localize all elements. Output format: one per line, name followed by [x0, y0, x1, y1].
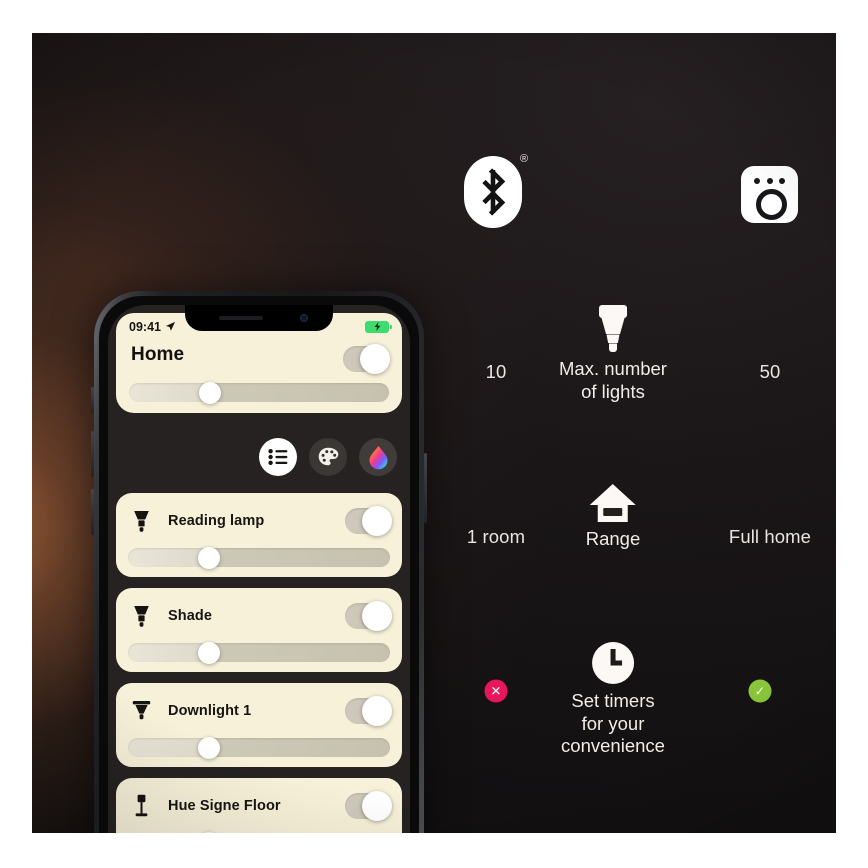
- timers-label-line1: Set timers: [571, 690, 655, 711]
- range-center: Range: [585, 483, 641, 551]
- light-toggle[interactable]: [345, 791, 392, 821]
- spot-bulb-icon: [128, 605, 154, 628]
- toggle-knob: [362, 696, 392, 726]
- phone-frame: 09:41 Home Reading lamp Shade Downlight …: [94, 291, 424, 833]
- cross-icon: ✕: [490, 683, 502, 699]
- light-name: Reading lamp: [168, 513, 265, 529]
- toggle-track: [345, 601, 392, 631]
- phone-power-button[interactable]: [424, 453, 427, 523]
- downlight-icon: [128, 700, 154, 723]
- max-lights-left-value: 10: [485, 361, 507, 382]
- screenshot-root: ® 10 50 Max. number of lights 1 room Ful…: [0, 0, 868, 868]
- floor-lamp-icon: [128, 794, 154, 818]
- battery-charging-icon: [365, 320, 392, 333]
- light-toggle[interactable]: [345, 696, 392, 726]
- light-brightness-slider[interactable]: [128, 736, 390, 759]
- phone-screen: 09:41 Home Reading lamp Shade Downlight …: [108, 305, 410, 833]
- toggle-knob: [362, 506, 392, 536]
- light-list: Reading lamp Shade Downlight 1 Hue Signe…: [116, 493, 402, 833]
- color-picker-button[interactable]: [359, 438, 397, 476]
- bluetooth-glyph: [482, 168, 506, 216]
- light-brightness-slider[interactable]: [128, 546, 390, 569]
- home-icon: [589, 484, 636, 522]
- bluetooth-icon: [464, 156, 522, 228]
- slider-track: [128, 546, 390, 569]
- max-lights-right-value: 50: [759, 361, 781, 382]
- list-item[interactable]: Reading lamp: [116, 493, 402, 577]
- list-item[interactable]: Downlight 1: [116, 683, 402, 767]
- artwork-canvas: ® 10 50 Max. number of lights 1 room Ful…: [32, 33, 836, 833]
- toggle-track: [343, 344, 390, 374]
- light-toggle[interactable]: [345, 506, 392, 536]
- slider-thumb[interactable]: [198, 546, 221, 569]
- list-view-button[interactable]: [259, 438, 297, 476]
- toggle-track: [345, 506, 392, 536]
- light-name: Hue Signe Floor: [168, 798, 281, 814]
- toggle-knob: [362, 791, 392, 821]
- slider-thumb[interactable]: [198, 381, 221, 404]
- slider-track: [128, 736, 390, 759]
- range-label: Range: [585, 528, 641, 549]
- light-row-header: Downlight 1: [128, 694, 392, 728]
- max-lights-center: Max. number of lights: [559, 303, 667, 403]
- clock-icon: [591, 642, 634, 684]
- phone-notch: [185, 305, 333, 331]
- range-left-value: 1 room: [466, 526, 526, 547]
- color-drop-icon: [369, 445, 387, 469]
- home-title: Home: [131, 344, 185, 365]
- front-camera: [300, 314, 308, 322]
- list-item[interactable]: Hue Signe Floor: [116, 778, 402, 833]
- phone-mockup: 09:41 Home Reading lamp Shade Downlight …: [91, 291, 427, 833]
- slider-thumb[interactable]: [198, 641, 221, 664]
- location-arrow-icon: [165, 321, 176, 331]
- earpiece-speaker: [219, 316, 263, 320]
- timers-label-line3: convenience: [561, 735, 665, 757]
- comparison-max-lights: 10 50 Max. number of lights: [390, 303, 836, 413]
- light-name: Shade: [168, 608, 213, 624]
- light-brightness-slider[interactable]: [128, 641, 390, 664]
- registered-trademark-mark: ®: [520, 153, 529, 165]
- timers-center: Set timers for your convenience: [561, 641, 665, 758]
- bridge-led-dot: [779, 178, 785, 184]
- max-lights-label-line1: Max. number: [559, 358, 667, 379]
- light-row-header: Reading lamp: [128, 504, 392, 538]
- spot-bulb-icon: [128, 510, 154, 533]
- status-bar-left: 09:41: [129, 320, 176, 334]
- light-row-header: Hue Signe Floor: [128, 789, 392, 823]
- toggle-track: [345, 696, 392, 726]
- home-master-toggle[interactable]: [343, 344, 390, 374]
- range-right-value: Full home: [728, 526, 812, 547]
- max-lights-label-line2: of lights: [581, 380, 645, 402]
- hue-bridge-icon: [741, 166, 798, 223]
- charging-bolt-icon: [374, 322, 380, 331]
- bulb-icon: [599, 305, 627, 352]
- scenes-button[interactable]: [309, 438, 347, 476]
- view-mode-buttons: [259, 438, 397, 476]
- light-toggle[interactable]: [345, 601, 392, 631]
- status-bar-time: 09:41: [129, 319, 161, 334]
- comparison-range: 1 room Full home Range: [390, 471, 836, 571]
- slider-track: [128, 641, 390, 664]
- toggle-track: [345, 791, 392, 821]
- bridge-button-ring: [756, 189, 787, 220]
- toggle-knob: [360, 344, 390, 374]
- bridge-led-dot: [766, 178, 773, 184]
- slider-thumb[interactable]: [198, 831, 221, 833]
- phone-bezel: 09:41 Home Reading lamp Shade Downlight …: [99, 296, 419, 833]
- slider-track: [129, 381, 389, 404]
- timers-label-line2: for your: [581, 712, 645, 734]
- list-item[interactable]: Shade: [116, 588, 402, 672]
- slider-thumb[interactable]: [198, 736, 221, 759]
- check-icon: ✓: [754, 683, 766, 699]
- toggle-knob: [362, 601, 392, 631]
- light-row-header: Shade: [128, 599, 392, 633]
- timers-unsupported-badge: ✕: [484, 679, 508, 703]
- palette-icon: [318, 447, 338, 466]
- list-icon: [268, 449, 288, 465]
- timers-supported-badge: ✓: [748, 679, 772, 703]
- light-name: Downlight 1: [168, 703, 252, 719]
- comparison-timers: ✕ ✓ Set timers for your convenience: [390, 621, 836, 781]
- home-brightness-slider[interactable]: [129, 381, 389, 404]
- bridge-led-dot: [754, 178, 760, 184]
